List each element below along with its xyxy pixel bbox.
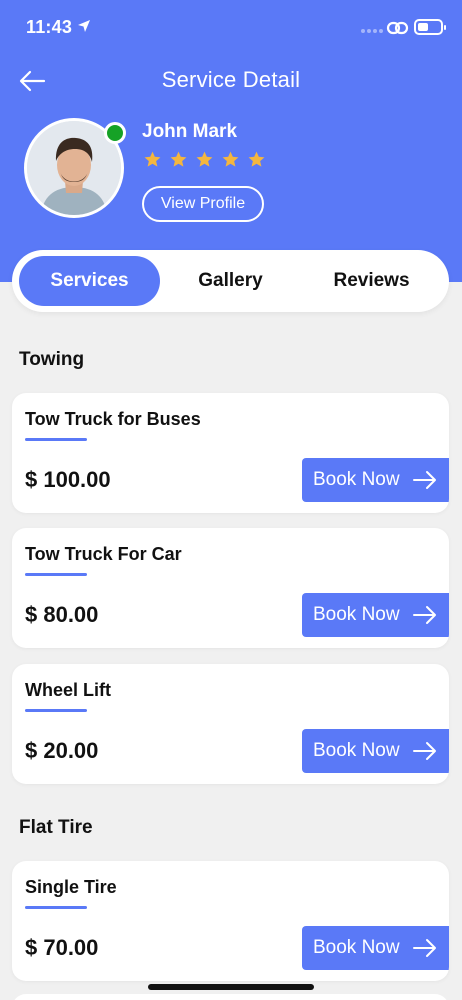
title-underline [25,709,87,712]
book-now-button[interactable]: Book Now [302,729,449,773]
service-card: Tow Truck for Buses $ 100.00 Book Now [12,393,449,513]
book-now-button[interactable]: Book Now [302,926,449,970]
online-status-indicator [104,122,126,144]
service-name: Wheel Lift [25,680,111,700]
arrow-right-icon [413,939,436,957]
battery-icon [414,19,446,35]
link-icon [386,21,409,35]
service-card: Tow Truck For Car $ 80.00 Book Now [12,528,449,648]
star-icon [170,151,187,167]
avatar[interactable] [24,118,126,218]
service-card-partial [12,994,449,1000]
signal-icon [361,29,383,33]
service-price: $ 80.00 [25,602,99,627]
page-title: Service Detail [161,67,301,92]
book-now-label: Book Now [313,937,400,958]
title-underline [25,906,87,909]
book-now-label: Book Now [313,604,400,625]
star-icon [144,151,161,167]
status-bar: 11:43 [0,0,462,56]
book-now-button[interactable]: Book Now [302,593,449,637]
tab-bar: Services Gallery Reviews [12,250,449,312]
book-now-button[interactable]: Book Now [302,458,449,502]
service-name: Single Tire [25,877,117,897]
tab-reviews[interactable]: Reviews [301,256,442,306]
star-icon [222,151,239,167]
star-icon [248,151,265,167]
provider-name: John Mark [142,121,238,142]
service-price: $ 100.00 [25,467,111,492]
arrow-right-icon [413,742,436,760]
star-icon [196,151,213,167]
arrow-right-icon [413,606,436,624]
tab-gallery[interactable]: Gallery [160,256,301,306]
home-indicator[interactable] [148,984,314,990]
service-price: $ 70.00 [25,935,99,960]
service-name: Tow Truck For Car [25,544,182,564]
title-underline [25,438,87,441]
book-now-label: Book Now [313,469,400,490]
book-now-label: Book Now [313,740,400,761]
view-profile-button[interactable]: View Profile [142,186,264,222]
location-arrow-icon [78,20,90,32]
title-underline [25,573,87,576]
status-time: 11:43 [26,17,73,37]
tab-services[interactable]: Services [19,256,160,306]
arrow-right-icon [413,471,436,489]
service-name: Tow Truck for Buses [25,409,201,429]
section-title-flat-tire: Flat Tire [19,817,93,838]
section-title-towing: Towing [19,349,85,370]
service-card: Wheel Lift $ 20.00 Book Now [12,664,449,784]
service-price: $ 20.00 [25,738,99,763]
service-card: Single Tire $ 70.00 Book Now [12,861,449,981]
rating-stars [143,150,266,169]
